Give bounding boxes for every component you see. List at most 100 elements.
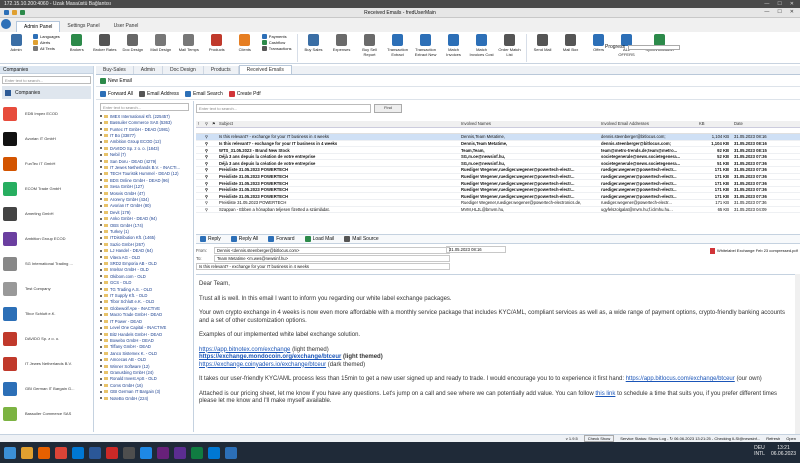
company-item[interactable]: GBI German IT Bargain G...: [0, 376, 93, 401]
find-button[interactable]: Find: [374, 104, 402, 113]
companies-button[interactable]: Companies: [2, 86, 91, 99]
minimize-button[interactable]: —: [764, 9, 769, 15]
company-item[interactable]: Tibor Schlutt e.K.: [0, 301, 93, 326]
filezilla-icon[interactable]: [106, 446, 118, 459]
expand-icon[interactable]: [100, 397, 102, 400]
expand-icon[interactable]: [100, 352, 102, 355]
mail-box-button[interactable]: Mail Box: [559, 32, 583, 52]
names-column-header[interactable]: Involved Names: [459, 121, 599, 127]
all-texts-button[interactable]: All Texts: [33, 46, 60, 51]
open-button[interactable]: Open: [786, 436, 796, 441]
kb-column-header[interactable]: KB: [697, 121, 732, 127]
email-row[interactable]: ⚲ Preisliste 31.05.2023 POWERTECH Ruediger…: [196, 180, 800, 187]
expand-icon[interactable]: [100, 365, 102, 368]
rdp-minimize-button[interactable]: —: [764, 1, 769, 7]
company-item[interactable]: Amerling GmbH: [0, 201, 93, 226]
doc-tab-doc-design[interactable]: Doc Design: [163, 66, 204, 74]
expand-icon[interactable]: [100, 333, 102, 336]
tab-admin-panel[interactable]: Admin Panel: [16, 21, 61, 32]
expand-icon[interactable]: [100, 262, 102, 265]
company-item[interactable]: Bassuiler Commerce SAS: [0, 401, 93, 426]
firefox-icon[interactable]: [38, 446, 50, 459]
brokers-button[interactable]: Brokers: [65, 32, 89, 52]
email-address-button[interactable]: Email Address: [139, 91, 179, 97]
expand-icon[interactable]: [100, 339, 102, 342]
email-row[interactable]: ⚲ Déjà 3 ans depuis la création de votre …: [196, 154, 800, 161]
file-explorer-icon[interactable]: [21, 446, 33, 459]
forward-button[interactable]: Forward: [268, 236, 295, 242]
expand-icon[interactable]: [100, 172, 102, 175]
chrome-icon[interactable]: [55, 446, 67, 459]
example-link-2[interactable]: https://exchange.mondocoin.org/exchange/…: [199, 354, 341, 360]
app-icon-3[interactable]: [225, 446, 237, 459]
status-column-header[interactable]: !: [196, 121, 203, 127]
companies-search-input[interactable]: Enter text to search...: [2, 76, 91, 84]
example-link-1[interactable]: https://app.bitnotex.com/exchange: [199, 347, 290, 353]
visual-studio-icon[interactable]: [157, 446, 169, 459]
folder-item[interactable]: TECH Touristik Hummel - DEAD (12): [96, 171, 193, 177]
expand-icon[interactable]: [100, 160, 102, 163]
expand-icon[interactable]: [100, 307, 102, 310]
company-item[interactable]: Avorian IT GmbH: [0, 126, 93, 151]
expand-icon[interactable]: [100, 288, 102, 291]
doc-tab-buy-sales[interactable]: Buy-Sales: [96, 66, 134, 74]
expand-icon[interactable]: [100, 281, 102, 284]
load-mail-button[interactable]: Load Mail: [304, 236, 334, 242]
doc-tab-admin[interactable]: Admin: [134, 66, 163, 74]
date-column-header[interactable]: Date: [732, 121, 800, 127]
products-button[interactable]: Products: [205, 32, 229, 52]
expand-icon[interactable]: [100, 377, 102, 380]
expand-icon[interactable]: [100, 326, 102, 329]
email-row[interactable]: ⚲ Déjà 3 ans depuis la création de votre …: [196, 160, 800, 168]
expand-icon[interactable]: [100, 390, 102, 393]
rdp-maximize-button[interactable]: ☐: [777, 1, 781, 7]
expand-icon[interactable]: [100, 128, 102, 131]
forward-all-button[interactable]: Forward All: [100, 91, 133, 97]
tab-settings-panel[interactable]: Settings Panel: [60, 21, 106, 32]
expand-icon[interactable]: [100, 192, 102, 195]
company-item[interactable]: ECOM Trade GmbH: [0, 176, 93, 201]
expand-icon[interactable]: [100, 185, 102, 188]
subject-column-header[interactable]: Subject: [217, 121, 459, 127]
email-row[interactable]: ⚲ Preisliste 31.05.2023 POWERTECH Ruediger…: [196, 174, 800, 181]
company-item[interactable]: DAVIDO Sp. z o. o.: [0, 326, 93, 351]
alerts-button[interactable]: Alerts: [33, 40, 60, 45]
close-button[interactable]: ✕: [790, 9, 794, 15]
email-row[interactable]: ⚲ Is this relevant? - exchange for your I…: [196, 134, 800, 141]
create-pdf-button[interactable]: Create Pdf: [228, 91, 261, 97]
refresh-button[interactable]: Refresh: [766, 436, 780, 441]
expand-icon[interactable]: [100, 300, 102, 303]
company-item[interactable]: FunTec IT GmbH: [0, 151, 93, 176]
folder-search-input[interactable]: Enter text to search...: [100, 103, 189, 111]
mail-source-button[interactable]: Mail Source: [344, 236, 379, 242]
transactions-button[interactable]: Transactions: [261, 46, 292, 51]
company-item[interactable]: EDB Impex ECOD: [0, 101, 93, 126]
app-icon[interactable]: [89, 446, 101, 459]
terminal-icon[interactable]: [123, 446, 135, 459]
email-row[interactable]: ⚲ Preisliste 31.05.2023 POWERTECH Ruediger…: [196, 167, 800, 174]
expand-icon[interactable]: [100, 121, 102, 124]
expand-icon[interactable]: [100, 217, 102, 220]
company-item[interactable]: SG International Trading ...: [0, 251, 93, 276]
languages-button[interactable]: Languages: [33, 34, 60, 39]
tab-user-panel[interactable]: User Panel: [107, 21, 146, 32]
expand-icon[interactable]: [100, 249, 102, 252]
expand-icon[interactable]: [100, 224, 102, 227]
doc-tab-received-emails[interactable]: Received Emails: [238, 65, 292, 74]
attachment-column-header[interactable]: ⚲: [203, 121, 210, 127]
expand-icon[interactable]: [100, 268, 102, 271]
email-row[interactable]: ⚲ Szappan - Ebben a hónapban teljesen fiz…: [196, 207, 800, 214]
save-icon[interactable]: [20, 10, 25, 15]
expand-icon[interactable]: [100, 166, 102, 169]
mail-search-input[interactable]: Enter text to search...: [196, 104, 371, 113]
expand-icon[interactable]: [100, 179, 102, 182]
order-match-list-button[interactable]: Order Match List: [498, 32, 522, 57]
outlook-icon[interactable]: [208, 446, 220, 459]
mail-design-button[interactable]: Mail Design: [149, 32, 173, 52]
language-indicator[interactable]: DEU INTL: [754, 445, 765, 457]
transaction-extract-button[interactable]: Transaction Extract: [386, 32, 410, 57]
payments-button[interactable]: Payments: [261, 34, 292, 39]
expand-icon[interactable]: [100, 211, 102, 214]
example-link-3[interactable]: https://exchange.coinyaders.io/exchange/…: [199, 362, 326, 368]
email-row[interactable]: ⚲ Is this relevant? - exchange for your I…: [196, 141, 800, 148]
